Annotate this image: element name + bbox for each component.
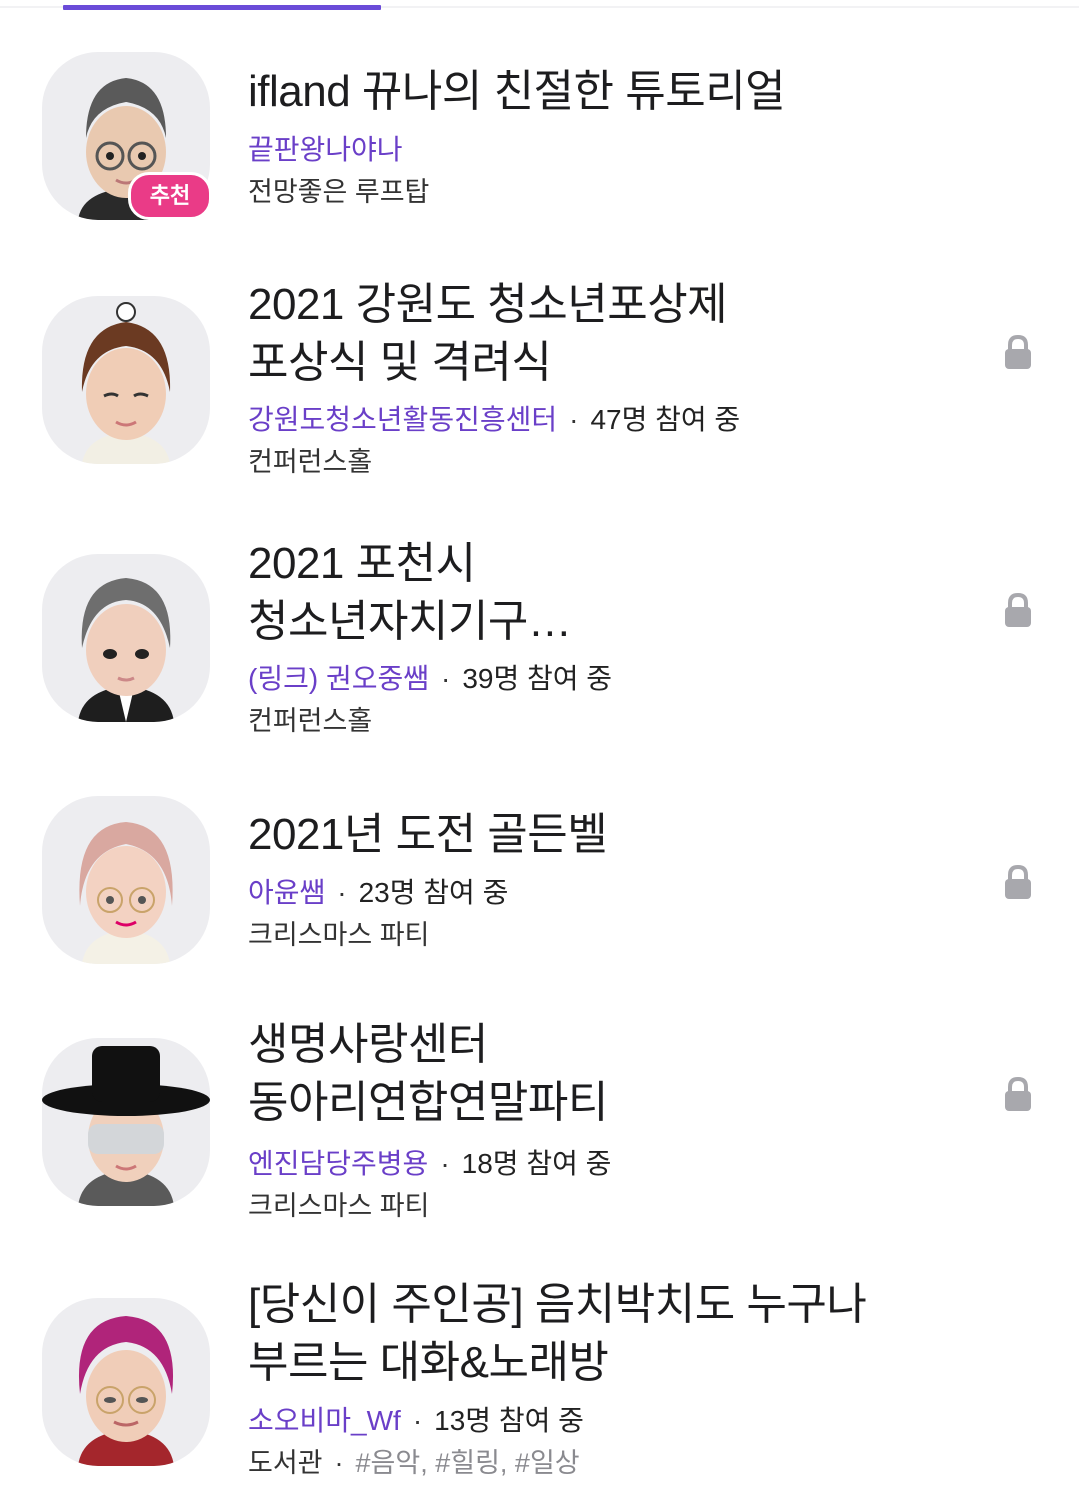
place-name: 도서관 <box>248 1448 323 1478</box>
place-name: 컨퍼런스홀 <box>248 447 373 477</box>
room-meta: 소오비마_Wf · 13명 참여 중 <box>248 1404 584 1438</box>
room-title: 2021 강원도 청소년포상제 포상식 및 격려식 <box>248 280 728 387</box>
separator-dot: · <box>334 1448 344 1478</box>
place-name: 컨퍼런스홀 <box>248 706 373 736</box>
room-tags[interactable]: #음악, #힐링, #일상 <box>356 1448 580 1478</box>
participant-count: 13명 참여 중 <box>434 1405 584 1436</box>
room-meta: 아윤쌤 · 23명 참여 중 <box>248 876 508 910</box>
room-place: 크리스마스 파티 <box>248 1189 429 1223</box>
host-name[interactable]: 끝판왕나야나 <box>248 134 403 165</box>
lock-icon <box>1005 334 1031 369</box>
room-title: 2021년 도전 골든벨 <box>248 810 608 859</box>
host-name[interactable]: 아윤쌤 <box>248 877 325 908</box>
room-item[interactable]: 추천 ifland 뀨나의 친절한 튜토리얼 끝판왕나야나 전망좋은 루프탑 <box>0 0 1079 250</box>
participant-count: 39명 참여 중 <box>462 663 613 694</box>
room-place: 전망좋은 루프탑 <box>248 175 429 209</box>
room-title: [당신이 주인공] 음치박치도 누구나 부르는 대화&노래방 <box>248 1280 867 1387</box>
avatar-pink-hair-icon <box>42 796 210 964</box>
host-name[interactable]: (링크) 권오중쌤 <box>248 663 429 694</box>
room-item[interactable]: 2021 포천시 청소년자치기구… (링크) 권오중쌤 · 39명 참여 중 컨퍼런… <box>0 530 1079 760</box>
separator-dot: · <box>412 1405 423 1436</box>
room-item[interactable]: [당신이 주인공] 음치박치도 누구나 부르는 대화&노래방 소오비마_Wf · 1… <box>0 1270 1079 1506</box>
room-item[interactable]: 생명사랑센터 동아리연합연말파티 엔진담당주병용 · 18명 참여 중 크리스마스 … <box>0 1010 1079 1240</box>
room-place: 컨퍼런스홀 <box>248 445 372 479</box>
host-name[interactable]: 강원도청소년활동진흥센터 <box>248 404 557 435</box>
participant-count: 23명 참여 중 <box>358 877 509 908</box>
place-name: 크리스마스 파티 <box>248 1191 430 1221</box>
room-meta: 강원도청소년활동진흥센터 · 47명 참여 중 <box>248 403 740 437</box>
lock-icon <box>1005 592 1031 627</box>
host-name[interactable]: 소오비마_Wf <box>248 1405 401 1436</box>
room-place: 컨퍼런스홀 <box>248 704 372 738</box>
separator-dot: · <box>337 877 347 908</box>
separator-dot: · <box>569 404 579 435</box>
place-name: 크리스마스 파티 <box>248 920 430 950</box>
room-meta: (링크) 권오중쌤 · 39명 참여 중 <box>248 662 612 696</box>
participant-count: 47명 참여 중 <box>590 404 741 435</box>
avatar-suit-icon <box>42 554 210 722</box>
room-list: 추천 ifland 뀨나의 친절한 튜토리얼 끝판왕나야나 전망좋은 루프탑 2… <box>0 0 1079 1506</box>
host-name[interactable]: 엔진담당주병용 <box>248 1148 428 1179</box>
recommended-badge: 추천 <box>128 172 212 220</box>
avatar-gat-hat-icon <box>42 1038 210 1206</box>
room-title: 2021 포천시 청소년자치기구… <box>248 539 572 646</box>
room-meta: 엔진담당주병용 · 18명 참여 중 <box>248 1147 611 1181</box>
room-title: ifland 뀨나의 친절한 튜토리얼 <box>248 67 786 116</box>
room-item[interactable]: 2021년 도전 골든벨 아윤쌤 · 23명 참여 중 크리스마스 파티 <box>0 790 1079 990</box>
lock-icon <box>1005 1076 1031 1111</box>
avatar-magenta-hair-icon <box>42 1298 210 1466</box>
place-name: 전망좋은 루프탑 <box>248 177 430 207</box>
separator-dot: · <box>440 1148 450 1179</box>
avatar-curly-hair-icon <box>42 296 210 464</box>
room-meta: 끝판왕나야나 <box>248 133 403 167</box>
lock-icon <box>1005 864 1031 899</box>
room-title: 생명사랑센터 동아리연합연말파티 <box>248 1020 608 1127</box>
separator-dot: · <box>441 663 451 694</box>
participant-count: 18명 참여 중 <box>461 1148 612 1179</box>
room-place: 도서관 · #음악, #힐링, #일상 <box>248 1446 580 1480</box>
room-item[interactable]: 2021 강원도 청소년포상제 포상식 및 격려식 강원도청소년활동진흥센터 · 4… <box>0 270 1079 500</box>
room-place: 크리스마스 파티 <box>248 918 429 952</box>
